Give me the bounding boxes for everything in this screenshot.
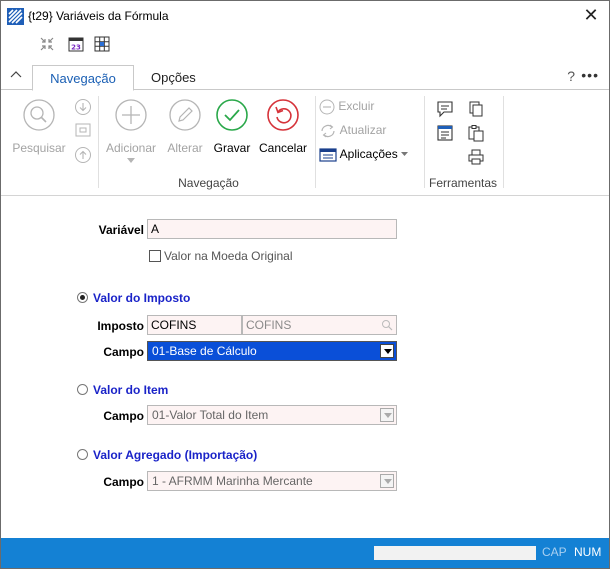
chevron-down-icon[interactable] <box>380 408 394 422</box>
campo-agregado-select[interactable]: 1 - AFRMM Marinha Mercante <box>147 471 397 491</box>
campo-label-1: Campo <box>103 345 144 359</box>
grid-table-icon[interactable] <box>92 34 112 54</box>
imposto-description-field[interactable]: COFINS <box>242 315 397 335</box>
excluir-label: Excluir <box>338 99 375 114</box>
arrow-down-icon[interactable] <box>74 98 92 116</box>
ribbon-panel: Pesquisar Adicionar Alterar Gravar Cance… <box>1 89 609 196</box>
variavel-input[interactable]: A <box>147 219 397 239</box>
radio-valor-agregado[interactable]: Valor Agregado (Importação) <box>77 448 257 462</box>
moeda-original-label: Valor na Moeda Original <box>164 249 293 263</box>
campo-imposto-select[interactable]: 01-Base de Cálculo <box>147 341 397 361</box>
pesquisar-label: Pesquisar <box>12 141 66 155</box>
alterar-button[interactable]: Alterar <box>163 98 207 155</box>
tab-navegacao[interactable]: Navegação <box>32 65 134 91</box>
group-label-ferramentas: Ferramentas <box>428 176 498 190</box>
help-button[interactable]: ? <box>567 68 575 84</box>
more-options-button[interactable]: ••• <box>581 67 599 83</box>
svg-text:23: 23 <box>71 44 81 52</box>
campo-label-2: Campo <box>103 409 144 423</box>
adicionar-label: Adicionar <box>105 141 157 155</box>
radio-dot[interactable] <box>77 384 88 395</box>
aplicacoes-label: Aplicações <box>339 147 398 162</box>
undo-icon <box>267 99 299 131</box>
dialog-window: {t29} Variáveis da Fórmula ✕ 23 Navegaçã… <box>0 0 610 569</box>
calendar-icon[interactable]: 23 <box>66 34 86 54</box>
campo-label-3: Campo <box>103 475 144 489</box>
adicionar-button[interactable]: Adicionar <box>102 98 160 163</box>
excluir-button[interactable]: Excluir <box>319 99 374 115</box>
form-list-icon[interactable] <box>436 124 454 142</box>
search-icon[interactable] <box>381 319 393 331</box>
formula-variable-form: Variável A Valor na Moeda Original Valor… <box>1 197 609 537</box>
ribbon-tabs: Navegação Opções ? ••• <box>1 65 609 91</box>
radio-dot[interactable] <box>77 292 88 303</box>
status-message-field <box>374 546 536 560</box>
copy-icon[interactable] <box>467 100 485 118</box>
radio-valor-imposto[interactable]: Valor do Imposto <box>77 291 190 305</box>
imposto-code-input[interactable]: COFINS <box>147 315 242 335</box>
aplicacoes-button[interactable]: Aplicações <box>319 147 409 163</box>
atualizar-button[interactable]: Atualizar <box>319 123 386 139</box>
moeda-original-checkbox[interactable]: Valor na Moeda Original <box>149 249 293 263</box>
campo-imposto-value: 01-Base de Cálculo <box>152 344 257 358</box>
refresh-icon <box>321 124 335 138</box>
radio-valor-item[interactable]: Valor do Item <box>77 383 168 397</box>
atualizar-label: Atualizar <box>339 123 387 138</box>
campo-item-value: 01-Valor Total do Item <box>152 408 269 422</box>
chevron-down-icon[interactable] <box>380 474 394 488</box>
alterar-label: Alterar <box>167 141 203 155</box>
num-lock-indicator: NUM <box>574 545 602 559</box>
plus-icon <box>115 99 147 131</box>
print-icon[interactable] <box>467 148 485 166</box>
campo-agregado-value: 1 - AFRMM Marinha Mercante <box>152 474 313 488</box>
cancelar-button[interactable]: Cancelar <box>255 98 311 155</box>
radio-dot[interactable] <box>77 449 88 460</box>
campo-item-select[interactable]: 01-Valor Total do Item <box>147 405 397 425</box>
imposto-description: COFINS <box>246 318 292 332</box>
applications-icon <box>319 148 337 162</box>
valor-item-label: Valor do Item <box>93 383 169 397</box>
close-button[interactable]: ✕ <box>577 4 605 28</box>
chevron-down-icon[interactable] <box>380 344 394 358</box>
checkbox-box[interactable] <box>149 250 161 262</box>
app-logo-icon <box>7 8 24 25</box>
imposto-label: Imposto <box>97 319 144 333</box>
variavel-label: Variável <box>98 223 144 237</box>
chevron-up-icon[interactable] <box>9 68 23 82</box>
chevron-down-icon <box>127 158 135 163</box>
cancelar-label: Cancelar <box>258 141 308 155</box>
gravar-button[interactable]: Gravar <box>209 98 255 155</box>
quick-access-toolbar: 23 <box>1 34 201 56</box>
gravar-label: Gravar <box>213 141 251 155</box>
tab-opcoes[interactable]: Opções <box>137 65 210 91</box>
checkmark-icon <box>216 99 248 131</box>
arrow-up-icon[interactable] <box>74 146 92 164</box>
caps-lock-indicator: CAP <box>542 545 567 559</box>
valor-agregado-label: Valor Agregado (Importação) <box>93 448 258 462</box>
pencil-icon <box>169 99 201 131</box>
search-icon <box>23 99 55 131</box>
pesquisar-button[interactable]: Pesquisar <box>9 98 69 155</box>
status-bar: CAP NUM <box>1 538 609 568</box>
collapse-arrows-icon[interactable] <box>37 34 57 54</box>
chevron-down-icon <box>401 152 409 157</box>
group-label-navegacao: Navegação <box>178 176 239 190</box>
paste-icon[interactable] <box>467 124 485 142</box>
window-title: {t29} Variáveis da Fórmula <box>28 9 169 23</box>
comment-icon[interactable] <box>436 100 454 118</box>
minus-circle-icon <box>319 99 335 115</box>
record-icon[interactable] <box>74 122 92 138</box>
title-bar: {t29} Variáveis da Fórmula ✕ <box>1 1 609 31</box>
valor-imposto-label: Valor do Imposto <box>93 291 191 305</box>
